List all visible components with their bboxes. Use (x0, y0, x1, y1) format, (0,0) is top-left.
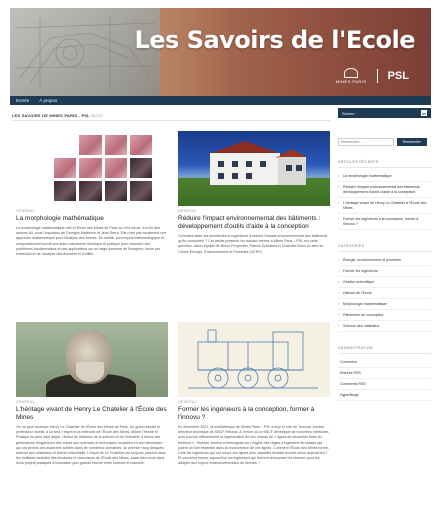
post-excerpt: On ne peut recenser Henry Le Chatelier d… (16, 425, 166, 466)
post-thumbnail[interactable] (16, 322, 168, 397)
categories-list: Énergie, environnement et procédés Forme… (338, 255, 431, 332)
post-card-batiments: GÉNÉRAL Réduire l'impact environnemental… (178, 131, 330, 255)
follow-bar: Suivez : in (338, 108, 431, 118)
banner-logos: MINES PARIS PSL (336, 68, 409, 84)
post-card-le-chatelier: GÉNÉRAL L'héritage vivant de Henry Le Ch… (16, 322, 168, 467)
logo-separator (376, 69, 378, 83)
mines-logo-label: MINES PARIS (335, 79, 367, 84)
category-item[interactable]: Énergie, environnement et procédés (338, 255, 431, 266)
post-thumbnail[interactable] (178, 131, 330, 206)
linkedin-icon[interactable]: in (421, 110, 427, 116)
breadcrumb-root[interactable]: LES SAVOIRS DE MINES PARIS - PSL (12, 113, 90, 118)
post-title[interactable]: Réduire l'impact environnemental des bât… (178, 215, 330, 231)
mines-emblem-icon (344, 68, 359, 78)
admin-title: ADMINISTRATION (338, 346, 431, 354)
breadcrumb-current: BLOG (91, 113, 103, 118)
site-title[interactable]: Les Savoirs de l'Ecole (134, 26, 415, 54)
post-excerpt: Comment aider les architectes et ingénie… (178, 234, 328, 254)
sidebar: Suivez : in Rechercher ARTICLES RÉCENTS … (338, 108, 431, 401)
follow-label: Suivez : (342, 110, 357, 116)
nav-item-a-propos[interactable]: À propos (39, 98, 57, 103)
post-category[interactable]: GÉNÉRAL (16, 209, 168, 213)
post-card-former-ingenieurs: GÉNÉRAL Former les ingénieurs à la conce… (178, 322, 330, 467)
recent-post-item[interactable]: Réduire l'impact environnemental des bât… (338, 182, 431, 198)
post-title[interactable]: L'héritage vivant de Henry Le Chatelier … (16, 406, 168, 422)
header-banner[interactable]: Les Savoirs de l'Ecole MINES PARIS PSL (10, 8, 431, 96)
post-card-morphologie: GÉNÉRAL La morphologie mathématique La m… (16, 131, 168, 257)
recent-post-item[interactable]: La morphologie mathématique (338, 171, 431, 182)
category-item[interactable]: Gestion scientifique (338, 277, 431, 288)
admin-item-comments-rss[interactable]: Comments RSS (338, 379, 431, 390)
category-item[interactable]: Histoire de l'École (338, 288, 431, 299)
post-title[interactable]: La morphologie mathématique (16, 215, 168, 223)
recent-posts-title: ARTICLES RÉCENTS (338, 160, 431, 168)
post-category[interactable]: GÉNÉRAL (178, 400, 330, 404)
admin-list: Connexion Entrées RSS Comments RSS Hyper… (338, 357, 431, 401)
category-item[interactable]: Morphologie mathématique (338, 299, 431, 310)
main-nav: Entrée À propos (10, 96, 431, 105)
post-category[interactable]: GÉNÉRAL (16, 400, 168, 404)
category-item[interactable]: Patrimoine de conception (338, 310, 431, 321)
search-form: Rechercher (338, 138, 431, 146)
post-excerpt: La morphologie mathématique naît à l'Éco… (16, 226, 167, 257)
category-item[interactable]: Science des matériaux (338, 321, 431, 332)
recent-posts-list: La morphologie mathématique Réduire l'im… (338, 171, 431, 230)
search-input[interactable] (338, 138, 394, 146)
page: Les Savoirs de l'Ecole MINES PARIS PSL E… (0, 0, 441, 532)
post-thumbnail[interactable] (16, 131, 168, 206)
search-button[interactable]: Rechercher (397, 138, 427, 146)
breadcrumb: LES SAVOIRS DE MINES PARIS - PSL BLOG (12, 113, 103, 118)
category-item[interactable]: Former les ingénieurs (338, 266, 431, 277)
morphology-image-grid (54, 135, 152, 201)
recent-post-item[interactable]: Former les ingénieurs à la conception, f… (338, 214, 431, 230)
post-thumbnail[interactable] (178, 322, 330, 397)
breadcrumb-divider (12, 120, 330, 121)
admin-item-entries-rss[interactable]: Entrées RSS (338, 368, 431, 379)
mines-paris-logo[interactable]: MINES PARIS (336, 68, 367, 84)
post-excerpt: En décembre 2021, la médiathèque de Mine… (178, 425, 329, 466)
categories-title: CATÉGORIES (338, 244, 431, 252)
post-title[interactable]: Former les ingénieurs à la conception, f… (178, 406, 330, 422)
recent-post-item[interactable]: L'héritage vivant de Henry Le Chatelier … (338, 198, 431, 214)
admin-item-connexion[interactable]: Connexion (338, 357, 431, 368)
admin-item-hyperblogs[interactable]: HyperBlogs (338, 390, 431, 401)
post-category[interactable]: GÉNÉRAL (178, 209, 330, 213)
psl-logo[interactable]: PSL (388, 70, 409, 82)
nav-item-entree[interactable]: Entrée (16, 98, 29, 103)
